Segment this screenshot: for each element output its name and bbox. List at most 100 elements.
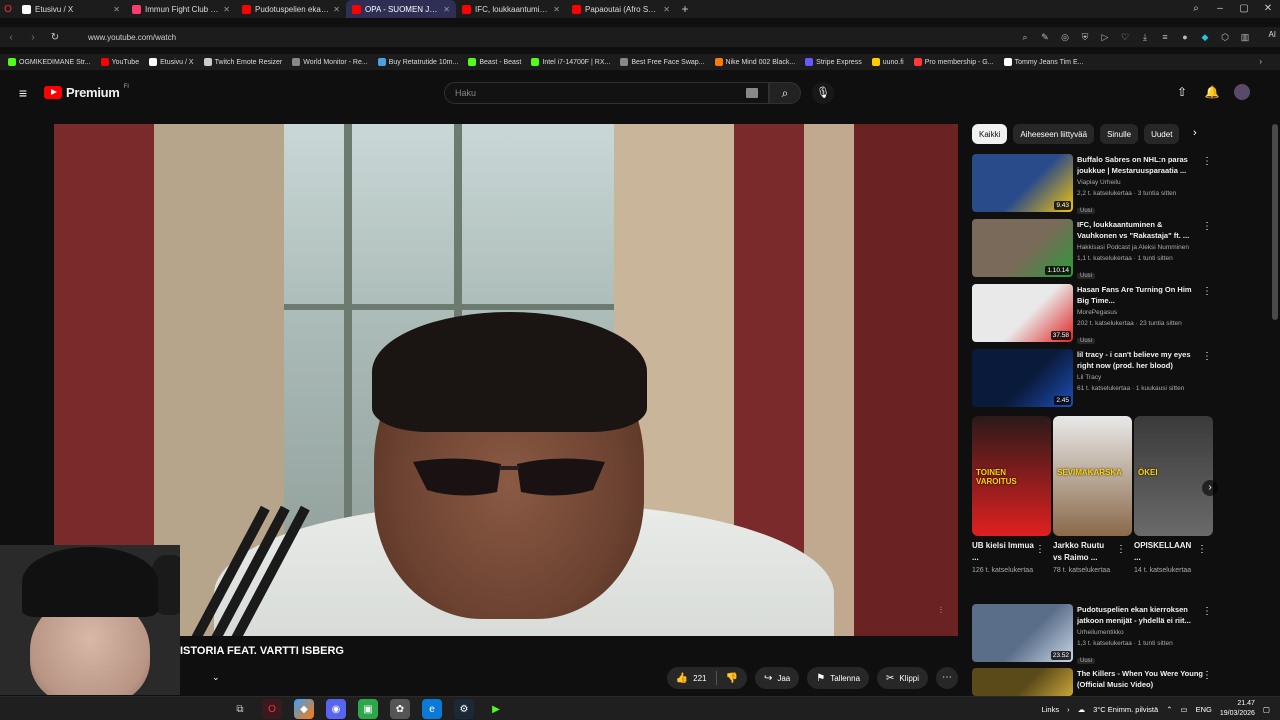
like-button[interactable]: 👍 221 👎: [666, 667, 747, 689]
video-title[interactable]: Pudotuspelien ekan kierroksen jatkoon me…: [1077, 604, 1203, 626]
scrollbar[interactable]: [1272, 124, 1278, 320]
clip-button[interactable]: ✂ Klippi: [877, 667, 928, 689]
video-thumbnail[interactable]: 9.43: [972, 154, 1073, 212]
recommended-video[interactable]: 9.43 Buffalo Sabres on NHL:n paras joukku…: [972, 154, 1212, 214]
bookmark-item[interactable]: uuno.fi: [871, 58, 904, 66]
close-tab-icon[interactable]: ✕: [663, 5, 670, 14]
short-thumbnail[interactable]: SEVIMAKARSKA: [1053, 416, 1132, 536]
minimize-button[interactable]: –: [1208, 0, 1232, 18]
recommended-video[interactable]: The Killers - When You Were Young (Offic…: [972, 668, 1212, 696]
short-item[interactable]: TOINEN VAROITUS UB kielsi Immua ... 126 t.…: [972, 416, 1051, 576]
youtube-logo[interactable]: Premium FI: [44, 84, 129, 100]
search-page-icon[interactable]: ⌕: [1018, 30, 1032, 44]
bell-icon[interactable]: 🔔: [1204, 84, 1220, 100]
video-thumbnail[interactable]: 2.45: [972, 349, 1073, 407]
download-icon[interactable]: ⤓: [1138, 30, 1152, 44]
video-title[interactable]: IFC, loukkaantuminen & Vauhkonen vs "Rak…: [1077, 219, 1203, 241]
chevron-right-icon[interactable]: ›: [1067, 705, 1070, 714]
more-vert-icon[interactable]: ⋮: [1202, 351, 1212, 362]
close-window-button[interactable]: ✕: [1256, 0, 1280, 18]
bookmark-item[interactable]: Beast - Beast: [468, 58, 521, 66]
bookmarks-more-icon[interactable]: ›: [1259, 57, 1262, 66]
short-item[interactable]: ÖKEI OPISKELLAAN ... 14 t. katselukertaa ⋮: [1134, 416, 1213, 576]
channel-name[interactable]: Hakkisasi Podcast ja Aleksi Numminen: [1077, 242, 1203, 253]
save-button[interactable]: ⚑ Tallenna: [807, 667, 870, 689]
recommended-video[interactable]: 1.10.14 IFC, loukkaantuminen & Vauhkonen …: [972, 219, 1212, 279]
edit-icon[interactable]: ✎: [1038, 30, 1052, 44]
bookmark-item[interactable]: World Monitor - Re...: [292, 58, 368, 66]
chip-3[interactable]: Uudet: [1144, 124, 1180, 144]
recommended-video[interactable]: 2.45 lil tracy - i can't believe my eyes …: [972, 349, 1212, 409]
task-view-icon[interactable]: ⧉: [230, 699, 250, 719]
bookmark-item[interactable]: Best Free Face Swap...: [620, 58, 705, 66]
close-tab-icon[interactable]: ✕: [113, 5, 120, 14]
more-vert-icon[interactable]: ⋮: [1202, 221, 1212, 232]
chevron-down-icon[interactable]: ⌄: [212, 672, 220, 683]
thumbs-down-icon[interactable]: 👎: [726, 673, 738, 684]
browser-tab[interactable]: Papaoutai (Afro Soul) - Yo ✕: [566, 0, 676, 18]
bookmark-item[interactable]: Intel i7-14700F | RX...: [531, 58, 610, 66]
recommended-video[interactable]: 37.58 Hasan Fans Are Turning On Him Big T…: [972, 284, 1212, 344]
chip-2[interactable]: Sinulle: [1100, 124, 1139, 144]
camera-icon[interactable]: ◎: [1058, 30, 1072, 44]
close-tab-icon[interactable]: ✕: [223, 5, 230, 14]
more-vert-icon[interactable]: ⋮: [1202, 606, 1212, 617]
avatar[interactable]: [1234, 84, 1250, 100]
video-thumbnail[interactable]: [972, 668, 1073, 696]
bookmark-item[interactable]: YouTube: [100, 58, 139, 66]
search-tabs-icon[interactable]: ⌕: [1184, 0, 1208, 18]
bookmark-item[interactable]: Tommy Jeans Tim E...: [1003, 58, 1083, 66]
sidebar-toggle-icon[interactable]: ▥: [1238, 30, 1252, 44]
heart-icon[interactable]: ♡: [1118, 30, 1132, 44]
language-label[interactable]: ENG: [1196, 705, 1212, 714]
shorts-next-icon[interactable]: ›: [1202, 480, 1218, 496]
video-thumbnail[interactable]: 23.52: [972, 604, 1073, 662]
video-thumbnail[interactable]: 1.10.14: [972, 219, 1073, 277]
keyboard-icon[interactable]: [746, 88, 758, 98]
more-vert-icon[interactable]: ⋮: [1197, 544, 1207, 555]
ai-button[interactable]: AI: [1268, 30, 1276, 39]
forward-icon[interactable]: ›: [22, 32, 44, 43]
browser-tab[interactable]: IFC, loukkaantuminen &...✕: [456, 0, 566, 18]
hamburger-menu-icon[interactable]: ≡: [14, 84, 32, 102]
channel-name[interactable]: Urheilumentikko: [1077, 627, 1203, 638]
short-title[interactable]: UB kielsi Immua ...: [972, 540, 1034, 564]
close-tab-icon[interactable]: ✕: [333, 5, 340, 14]
close-tab-icon[interactable]: ✕: [443, 5, 450, 14]
more-vert-icon[interactable]: ⋮: [1116, 544, 1126, 555]
shield-icon[interactable]: ⛨: [1078, 30, 1092, 44]
bookmark-item[interactable]: Nike Mind 002 Black...: [714, 58, 795, 66]
steam-icon[interactable]: ⚙: [454, 699, 474, 719]
chip-0[interactable]: Kaikki: [972, 124, 1008, 144]
video-title[interactable]: lil tracy - i can't believe my eyes righ…: [1077, 349, 1203, 371]
browser-tab[interactable]: OPA - SUOMEN JENGI ✕: [346, 0, 456, 18]
reload-icon[interactable]: ↻: [44, 32, 66, 43]
bookmark-item[interactable]: Twitch Emote Resizer: [203, 58, 282, 66]
bookmark-item[interactable]: Etusivu / X: [149, 58, 194, 66]
short-thumbnail[interactable]: TOINEN VAROITUS: [972, 416, 1051, 536]
more-vert-icon[interactable]: ⋮: [1202, 670, 1212, 681]
notifications-icon[interactable]: ▢: [1263, 705, 1270, 714]
new-tab-button[interactable]: +: [676, 2, 694, 16]
edit-app-icon[interactable]: ◆: [294, 699, 314, 719]
bookmark-item[interactable]: Buy Retatrutide 10m...: [377, 58, 458, 66]
bookmark-item[interactable]: Stripe Express: [805, 58, 862, 66]
cube-icon[interactable]: ⬡: [1218, 30, 1232, 44]
share-button[interactable]: ↪ Jaa: [754, 667, 800, 689]
play-icon[interactable]: ▷: [1098, 30, 1112, 44]
paw-app-icon[interactable]: ✿: [390, 699, 410, 719]
browser-tab[interactable]: Etusivu / X ✕: [16, 0, 126, 18]
recommended-video[interactable]: 23.52 Pudotuspelien ekan kierroksen jatko…: [972, 604, 1212, 664]
url-field[interactable]: www.youtube.com/watch: [88, 29, 988, 45]
chevron-right-icon[interactable]: ›: [1193, 127, 1197, 139]
back-icon[interactable]: ‹: [0, 32, 22, 43]
maximize-button[interactable]: ▢: [1232, 0, 1256, 18]
close-tab-icon[interactable]: ✕: [553, 5, 560, 14]
channel-name[interactable]: Viaplay Urheilu: [1077, 177, 1203, 188]
tray-expand-icon[interactable]: ⌃: [1166, 705, 1172, 714]
search-button[interactable]: ⌕: [769, 82, 801, 104]
video-title[interactable]: The Killers - When You Were Young (Offic…: [1077, 668, 1203, 690]
links-label[interactable]: Links: [1042, 705, 1060, 714]
edge-icon[interactable]: e: [422, 699, 442, 719]
bookmark-item[interactable]: Pro membership - G...: [913, 58, 994, 66]
